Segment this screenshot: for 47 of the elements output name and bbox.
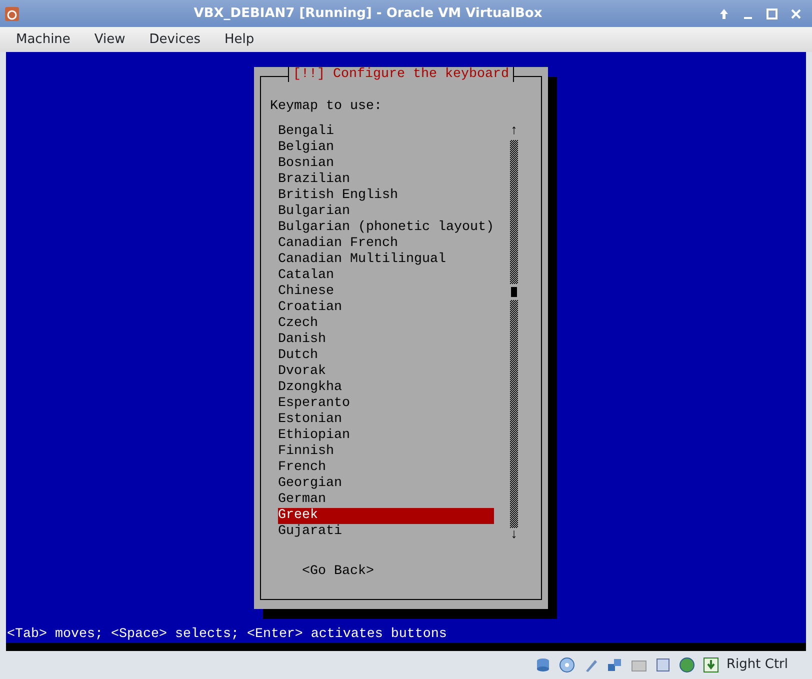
app-icon — [4, 6, 20, 22]
keyboard-capture-icon[interactable] — [702, 657, 718, 673]
maximize-icon[interactable] — [764, 6, 780, 22]
menu-item[interactable]: View — [82, 27, 138, 52]
keymap-option[interactable]: Dutch — [278, 348, 494, 364]
network-icon[interactable] — [606, 657, 622, 673]
host-key-label: Right Ctrl — [726, 656, 788, 674]
scroll-down-arrow[interactable]: ↓ — [510, 528, 518, 544]
scroll-track[interactable] — [510, 140, 518, 284]
keymap-option[interactable]: Esperanto — [278, 396, 494, 412]
keymap-option[interactable]: Dvorak — [278, 364, 494, 380]
keymap-option[interactable]: Chinese — [278, 284, 494, 300]
scroll-up-arrow[interactable]: ↑ — [510, 124, 518, 140]
keymap-option[interactable]: Bulgarian — [278, 204, 494, 220]
keymap-option[interactable]: Canadian Multilingual — [278, 252, 494, 268]
keymap-option[interactable]: Dzongkha — [278, 380, 494, 396]
keymap-option[interactable]: Estonian — [278, 412, 494, 428]
disc-icon[interactable] — [558, 657, 574, 673]
keymap-option[interactable]: Bulgarian (phonetic layout) — [278, 220, 494, 236]
dialog-title: [!!] Configure the keyboard — [288, 67, 514, 82]
keymap-option[interactable]: French — [278, 460, 494, 476]
keymap-option[interactable]: Greek — [278, 508, 494, 524]
keymap-option[interactable]: Brazilian — [278, 172, 494, 188]
menu-item[interactable]: Devices — [137, 27, 213, 52]
keymap-option[interactable]: Bengali — [278, 124, 494, 140]
keymap-option[interactable]: Czech — [278, 316, 494, 332]
menu-item[interactable]: Machine — [4, 27, 82, 52]
go-back-button[interactable]: <Go Back> — [302, 564, 374, 580]
keymap-option[interactable]: Finnish — [278, 444, 494, 460]
keymap-option[interactable]: German — [278, 492, 494, 508]
prompt-label: Keymap to use: — [270, 99, 382, 115]
keymap-option[interactable]: Danish — [278, 332, 494, 348]
keymap-option[interactable]: Gujarati — [278, 524, 494, 540]
scroll-thumb[interactable] — [511, 287, 517, 297]
menu-item[interactable]: Help — [212, 27, 266, 52]
keymap-option[interactable]: Croatian — [278, 300, 494, 316]
keymap-option[interactable]: Bosnian — [278, 156, 494, 172]
keymap-option[interactable]: British English — [278, 188, 494, 204]
window-title: VBX_DEBIAN7 [Running] - Oracle VM VirtualBox — [192, 4, 544, 23]
help-line: <Tab> moves; <Space> selects; <Enter> activates buttons — [6, 627, 448, 643]
keymap-option[interactable]: Ethiopian — [278, 428, 494, 444]
keymap-option[interactable]: Catalan — [278, 268, 494, 284]
keymap-option[interactable]: Canadian French — [278, 236, 494, 252]
disk-icon[interactable] — [534, 657, 550, 673]
keymap-option[interactable]: Georgian — [278, 476, 494, 492]
scroll-track[interactable] — [510, 300, 518, 528]
keymap-option[interactable]: Belgian — [278, 140, 494, 156]
